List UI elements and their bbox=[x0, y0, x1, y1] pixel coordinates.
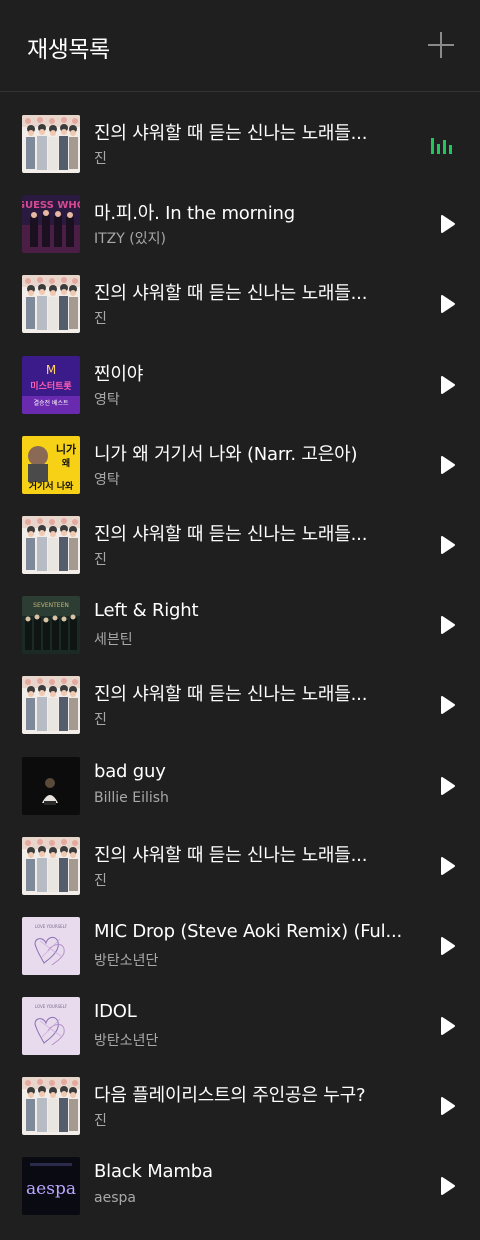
album-art: GUESS WHO bbox=[22, 195, 80, 254]
playlist-item[interactable]: SEVENTEEN Left & Right 세븐틴 bbox=[0, 586, 480, 666]
track-title: IDOL bbox=[94, 1001, 137, 1023]
play-icon[interactable] bbox=[440, 936, 456, 956]
play-icon[interactable] bbox=[440, 214, 456, 234]
play-icon[interactable] bbox=[440, 695, 456, 715]
svg-text:미스터트롯: 미스터트롯 bbox=[30, 380, 71, 392]
track-artist: 진 bbox=[94, 151, 107, 167]
album-art bbox=[22, 275, 80, 334]
album-art bbox=[22, 515, 80, 574]
playlist-item[interactable]: M 미스터트롯 결승전 베스트 찐이야영탁 bbox=[0, 346, 480, 426]
playlist-item[interactable]: 진의 샤워할 때 듣는 신나는 노래들... 진 bbox=[0, 265, 480, 345]
playlist-header: 재생목록 bbox=[0, 0, 480, 92]
album-art bbox=[22, 115, 80, 173]
track-artist: aespa bbox=[94, 1190, 136, 1207]
now-playing-icon bbox=[430, 134, 456, 154]
track-title: 진의 샤워할 때 듣는 신나는 노래들... bbox=[94, 523, 368, 545]
playlist-item[interactable]: 진의 샤워할 때 듣는 신나는 노래들... 진 bbox=[0, 827, 480, 907]
album-art bbox=[22, 756, 80, 815]
play-icon[interactable] bbox=[440, 1176, 456, 1196]
playlist-item[interactable]: LOVE YOURSELF MIC Drop (Steve Aoki Remix… bbox=[0, 907, 480, 987]
track-title: bad guy bbox=[94, 760, 166, 782]
track-artist: 영탁 bbox=[94, 391, 120, 408]
play-icon[interactable] bbox=[440, 375, 456, 395]
track-artist: ITZY (있지) bbox=[94, 231, 166, 248]
track-artist: 세븐틴 bbox=[94, 632, 133, 649]
album-art bbox=[22, 676, 80, 735]
album-art bbox=[22, 1077, 80, 1136]
playlist-item[interactable]: 니가 왜 거기서 나와 니가 왜 거기서 나와 (Narr. 고은아) 영탁 bbox=[0, 426, 480, 506]
track-artist: 방탄소년단 bbox=[94, 1033, 159, 1050]
playlist-item[interactable]: 진의 샤워할 때 듣는 신나는 노래들... 진 bbox=[0, 105, 480, 185]
play-icon[interactable] bbox=[440, 455, 456, 475]
track-title: 진의 샤워할 때 듣는 신나는 노래들... bbox=[94, 283, 368, 305]
album-art: aespa bbox=[22, 1157, 80, 1216]
playlist-list: 진의 샤워할 때 듣는 신나는 노래들... 진 GUESS WHO 마.피.아.… bbox=[0, 105, 480, 1228]
track-title: 진의 샤워할 때 듣는 신나는 노래들... bbox=[94, 123, 368, 144]
album-art: 니가 왜 거기서 나와 bbox=[22, 435, 80, 494]
playlist-item[interactable]: 진의 샤워할 때 듣는 신나는 노래들... 진 bbox=[0, 666, 480, 746]
svg-text:LOVE YOURSELF: LOVE YOURSELF bbox=[35, 1004, 68, 1009]
svg-text:GUESS WHO: GUESS WHO bbox=[22, 200, 80, 211]
album-art: SEVENTEEN bbox=[22, 596, 80, 655]
track-artist: 진 bbox=[94, 311, 107, 328]
album-art: LOVE YOURSELF bbox=[22, 997, 80, 1056]
svg-text:니가: 니가 bbox=[56, 442, 76, 456]
play-icon[interactable] bbox=[440, 615, 456, 635]
track-title: Left & Right bbox=[94, 600, 199, 622]
svg-text:LOVE YOURSELF: LOVE YOURSELF bbox=[35, 924, 68, 929]
track-title: Black Mamba bbox=[94, 1161, 213, 1183]
album-art: LOVE YOURSELF bbox=[22, 916, 80, 975]
track-artist: 방탄소년단 bbox=[94, 952, 159, 969]
svg-text:M: M bbox=[46, 363, 56, 377]
track-artist: 진 bbox=[94, 712, 107, 729]
add-button[interactable] bbox=[426, 30, 456, 60]
svg-text:결승전 베스트: 결승전 베스트 bbox=[33, 399, 69, 407]
track-artist: 영탁 bbox=[94, 471, 120, 488]
playlist-item[interactable]: LOVE YOURSELF IDOL 방탄소년단 bbox=[0, 987, 480, 1067]
track-title: 다음 플레이리스트의 주인공은 누구? bbox=[94, 1085, 366, 1107]
track-artist: 진 bbox=[94, 872, 107, 889]
svg-text:aespa: aespa bbox=[26, 1179, 76, 1199]
album-art bbox=[22, 836, 80, 895]
track-artist: 진 bbox=[94, 551, 107, 568]
play-icon[interactable] bbox=[440, 294, 456, 314]
playlist-item[interactable]: aespa Black Mamba aespa bbox=[0, 1147, 480, 1227]
play-icon[interactable] bbox=[440, 856, 456, 876]
playlist-item[interactable]: GUESS WHO 마.피.아. In the morning ITZY (있지) bbox=[0, 185, 480, 265]
play-icon[interactable] bbox=[440, 776, 456, 796]
track-title: 진의 샤워할 때 듣는 신나는 노래들... bbox=[94, 844, 368, 866]
svg-text:왜: 왜 bbox=[62, 457, 70, 469]
track-title: 마.피.아. In the morning bbox=[94, 203, 295, 225]
playlist-item[interactable]: 진의 샤워할 때 듣는 신나는 노래들... 진 bbox=[0, 506, 480, 586]
album-art: M 미스터트롯 결승전 베스트 bbox=[22, 355, 80, 414]
track-title: 찐이야 bbox=[94, 363, 144, 385]
page-title: 재생목록 bbox=[27, 37, 110, 63]
track-artist: 진 bbox=[94, 1113, 107, 1130]
svg-text:SEVENTEEN: SEVENTEEN bbox=[33, 602, 69, 609]
track-title: 진의 샤워할 때 듣는 신나는 노래들... bbox=[94, 684, 368, 706]
track-title: MIC Drop (Steve Aoki Remix) (Ful... bbox=[94, 920, 403, 942]
play-icon[interactable] bbox=[440, 535, 456, 555]
play-icon[interactable] bbox=[440, 1016, 456, 1036]
svg-text:거기서 나와: 거기서 나와 bbox=[29, 480, 74, 492]
playlist-item[interactable]: bad guy Billie Eilish bbox=[0, 747, 480, 827]
track-artist: Billie Eilish bbox=[94, 789, 169, 806]
track-title: 니가 왜 거기서 나와 (Narr. 고은아) bbox=[94, 443, 358, 465]
playlist-item[interactable]: 다음 플레이리스트의 주인공은 누구? 진 bbox=[0, 1067, 480, 1147]
play-icon[interactable] bbox=[440, 1096, 456, 1116]
